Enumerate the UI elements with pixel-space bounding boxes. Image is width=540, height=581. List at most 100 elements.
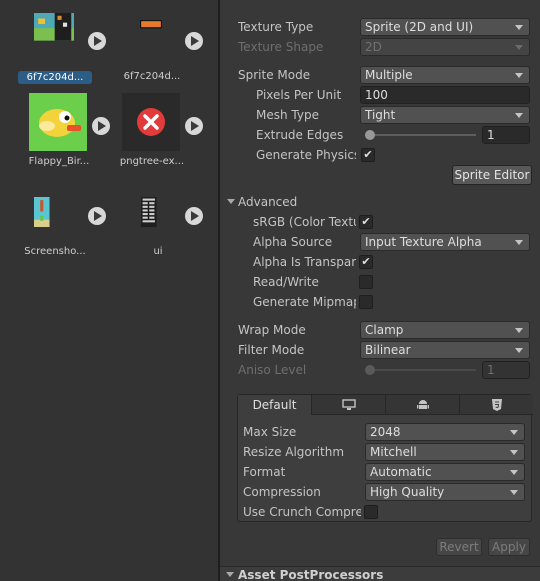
apply-button[interactable]: Apply	[488, 538, 530, 556]
chevron-down-icon	[515, 73, 523, 78]
chevron-down-icon	[510, 470, 518, 475]
pixels-per-unit-label: Pixels Per Unit	[256, 88, 342, 102]
platform-settings-box: Default Max Size 2048 Resize Algorithm M…	[237, 394, 533, 522]
filter-mode-label: Filter Mode	[238, 343, 305, 357]
chevron-down-icon	[515, 113, 523, 118]
texture-type-value: Sprite (2D and UI)	[365, 20, 474, 34]
play-icon[interactable]	[185, 207, 203, 225]
asset-postprocessors-title: Asset PostProcessors	[238, 568, 384, 581]
format-label: Format	[243, 465, 286, 479]
foldout-arrow-icon[interactable]	[227, 199, 235, 204]
texture-type-dropdown[interactable]: Sprite (2D and UI)	[360, 18, 530, 36]
generate-physics-shape-label: Generate Physics Shape	[256, 148, 356, 162]
asset-tile[interactable]: Flappy_Bir...	[22, 93, 112, 179]
asset-name: Screensho...	[24, 246, 86, 257]
play-icon[interactable]	[92, 117, 110, 135]
extrude-edges-field[interactable]: 1	[482, 126, 530, 144]
tab-android[interactable]	[386, 395, 460, 415]
sprite-mode-dropdown[interactable]: Multiple	[360, 66, 530, 84]
asset-tile[interactable]: Screensho...	[18, 183, 108, 269]
alpha-is-transparency-label: Alpha Is Transparency	[253, 255, 356, 269]
max-size-label: Max Size	[243, 425, 297, 439]
asset-name: ui	[153, 246, 163, 257]
chevron-down-icon	[515, 240, 523, 245]
tab-default[interactable]: Default	[238, 395, 312, 415]
mesh-type-value: Tight	[365, 108, 396, 122]
wrap-mode-value: Clamp	[365, 323, 404, 337]
asset-name: 6f7c204d...	[123, 71, 181, 82]
resize-algorithm-value: Mitchell	[370, 445, 417, 459]
alpha-is-transparency-checkbox[interactable]: ✔	[359, 255, 373, 269]
srgb-checkbox[interactable]: ✔	[359, 215, 373, 229]
generate-physics-shape-checkbox[interactable]: ✔	[361, 148, 375, 162]
read-write-checkbox[interactable]	[359, 275, 373, 289]
mesh-type-dropdown[interactable]: Tight	[360, 106, 530, 124]
aniso-level-slider-track	[368, 369, 476, 371]
asset-tile[interactable]: 6f7c204d...	[115, 8, 205, 94]
compression-label: Compression	[243, 485, 321, 499]
asset-name: Flappy_Bir...	[28, 156, 90, 167]
android-icon	[416, 400, 429, 409]
play-icon[interactable]	[88, 207, 106, 225]
chevron-down-icon	[515, 348, 523, 353]
html5-icon	[491, 399, 502, 411]
wrap-mode-dropdown[interactable]: Clamp	[360, 321, 530, 339]
resize-algorithm-dropdown[interactable]: Mitchell	[365, 443, 525, 461]
generate-mipmaps-label: Generate Mipmaps	[253, 295, 356, 309]
chevron-down-icon	[515, 45, 523, 50]
play-icon[interactable]	[185, 32, 203, 50]
compression-dropdown[interactable]: High Quality	[365, 483, 525, 501]
monitor-icon	[341, 399, 356, 410]
asset-tile[interactable]: ui	[115, 183, 205, 269]
play-icon[interactable]	[185, 117, 203, 135]
resize-algorithm-label: Resize Algorithm	[243, 445, 345, 459]
asset-tile[interactable]: pngtree-ex...	[115, 93, 205, 179]
asset-thumbnail	[122, 93, 180, 151]
filter-mode-value: Bilinear	[365, 343, 411, 357]
aniso-level-slider-handle	[365, 365, 375, 375]
texture-shape-label: Texture Shape	[238, 40, 324, 54]
pixels-per-unit-field[interactable]: 100	[360, 86, 530, 104]
filter-mode-dropdown[interactable]: Bilinear	[360, 341, 530, 359]
max-size-value: 2048	[370, 425, 401, 439]
use-crunch-compression-label: Use Crunch Compression	[243, 505, 361, 519]
asset-thumbnail	[140, 20, 162, 29]
chevron-down-icon	[515, 25, 523, 30]
sprite-mode-value: Multiple	[365, 68, 413, 82]
alpha-source-label: Alpha Source	[253, 235, 333, 249]
texture-shape-value: 2D	[365, 40, 382, 54]
revert-button[interactable]: Revert	[436, 538, 482, 556]
texture-type-label: Texture Type	[238, 20, 314, 34]
aniso-level-label: Aniso Level	[238, 363, 307, 377]
generate-mipmaps-checkbox[interactable]	[359, 295, 373, 309]
chevron-down-icon	[510, 490, 518, 495]
format-dropdown[interactable]: Automatic	[365, 463, 525, 481]
srgb-label: sRGB (Color Texture)	[253, 215, 356, 229]
mesh-type-label: Mesh Type	[256, 108, 319, 122]
asset-postprocessors-section[interactable]: Asset PostProcessors	[220, 566, 540, 581]
asset-thumbnail	[141, 197, 157, 227]
foldout-arrow-icon	[226, 572, 234, 577]
compression-value: High Quality	[370, 485, 445, 499]
sprite-editor-button[interactable]: Sprite Editor	[452, 165, 532, 185]
use-crunch-compression-checkbox[interactable]	[364, 505, 378, 519]
asset-thumbnail	[34, 197, 50, 227]
aniso-level-field: 1	[482, 361, 530, 379]
play-icon[interactable]	[88, 32, 106, 50]
tab-webgl[interactable]	[460, 395, 533, 415]
extrude-edges-label: Extrude Edges	[256, 128, 344, 142]
asset-tile[interactable]: 6f7c204d...	[18, 8, 108, 94]
read-write-label: Read/Write	[253, 275, 319, 289]
tab-standalone[interactable]	[312, 395, 386, 415]
asset-name: 6f7c204d...	[18, 71, 92, 84]
extrude-edges-slider-handle[interactable]	[365, 130, 375, 140]
alpha-source-dropdown[interactable]: Input Texture Alpha	[360, 233, 530, 251]
asset-thumbnail	[29, 93, 87, 151]
asset-thumbnail	[34, 13, 74, 41]
texture-shape-dropdown: 2D	[360, 38, 530, 56]
extrude-edges-slider-track[interactable]	[368, 134, 476, 136]
advanced-foldout-label[interactable]: Advanced	[238, 193, 297, 211]
chevron-down-icon	[510, 430, 518, 435]
format-value: Automatic	[370, 465, 432, 479]
max-size-dropdown[interactable]: 2048	[365, 423, 525, 441]
